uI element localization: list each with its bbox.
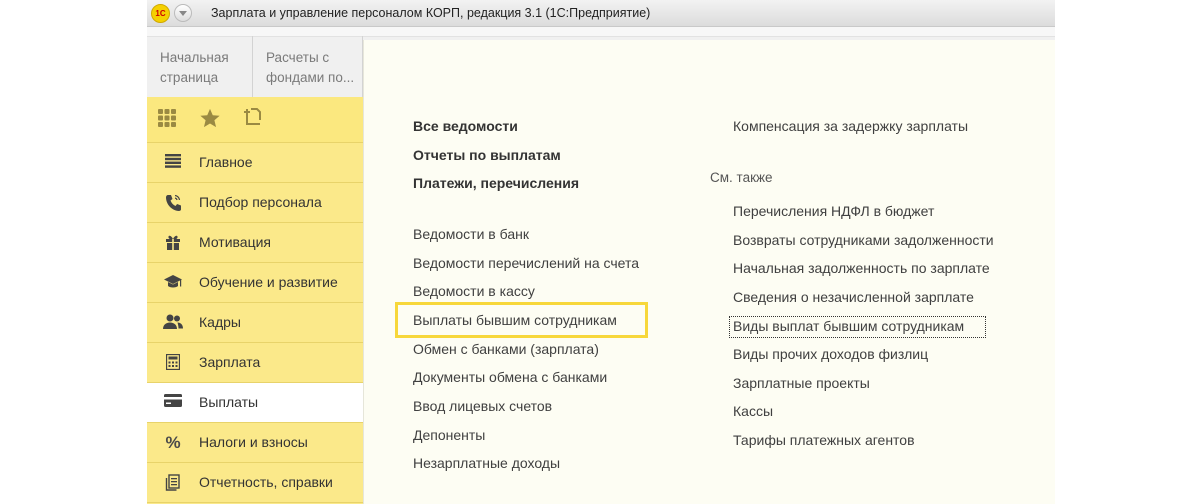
sidebar-item-label: Подбор персонала xyxy=(199,194,322,210)
sidebar-item-label: Кадры xyxy=(199,314,241,330)
sidebar-item-label: Главное xyxy=(199,154,253,170)
link-deponents[interactable]: Депоненты xyxy=(413,427,485,443)
sidebar-item-reports[interactable]: Отчетность, справки xyxy=(147,463,363,503)
sidebar-item-recruitment[interactable]: Подбор персонала xyxy=(147,183,363,223)
app-window: 1С Зарплата и управление персоналом КОРП… xyxy=(147,0,1055,504)
sidebar-item-label: Отчетность, справки xyxy=(199,474,333,490)
tab-label-line1: Расчеты с xyxy=(266,50,330,65)
sidebar-item-label: Обучение и развитие xyxy=(199,274,338,290)
see-also-heading: См. также xyxy=(710,170,773,185)
link-ndfl-transfers[interactable]: Перечисления НДФЛ в бюджет xyxy=(733,203,934,219)
link-account-transfer-statements[interactable]: Ведомости перечислений на счета xyxy=(413,255,639,271)
link-debt-returns[interactable]: Возвраты сотрудниками задолженности xyxy=(733,232,994,248)
1c-logo-icon[interactable]: 1С xyxy=(151,4,170,23)
sidebar-item-salary[interactable]: Зарплата xyxy=(147,343,363,383)
tab-label-line2: фондами по... xyxy=(266,70,355,85)
title-bar: 1С Зарплата и управление персоналом КОРП… xyxy=(147,0,1055,27)
history-icon[interactable] xyxy=(243,107,263,135)
focus-frame xyxy=(729,316,986,338)
tab-fund-settlements[interactable]: Расчеты с фондами по... xyxy=(253,36,363,97)
apps-grid-icon[interactable] xyxy=(157,108,177,134)
sidebar-item-payments[interactable]: Выплаты xyxy=(147,383,363,423)
percent-icon: % xyxy=(165,433,181,452)
link-payments-transfers[interactable]: Платежи, перечисления xyxy=(413,175,579,191)
sections-panel: Главное Подбор персонала Мотивация Обуче… xyxy=(147,97,363,504)
sidebar-item-label: Налоги и взносы xyxy=(199,434,308,450)
sidebar-item-label: Мотивация xyxy=(199,234,272,250)
link-all-statements[interactable]: Все ведомости xyxy=(413,118,518,134)
window-title: Зарплата и управление персоналом КОРП, р… xyxy=(211,6,651,20)
link-initial-salary-debt[interactable]: Начальная задолженность по зарплате xyxy=(733,260,990,276)
star-icon[interactable] xyxy=(199,107,221,135)
link-payment-agent-rates[interactable]: Тарифы платежных агентов xyxy=(733,432,915,448)
sidebar-item-main[interactable]: Главное xyxy=(147,143,363,183)
phone-icon xyxy=(163,194,183,212)
link-other-income-types[interactable]: Виды прочих доходов физлиц xyxy=(733,346,928,362)
link-cash-statements[interactable]: Ведомости в кассу xyxy=(413,283,535,299)
link-salary-projects[interactable]: Зарплатные проекты xyxy=(733,375,870,391)
link-cash-desks[interactable]: Кассы xyxy=(733,403,773,419)
tab-label-line2: страница xyxy=(160,70,219,85)
sidebar-item-hr[interactable]: Кадры xyxy=(147,303,363,343)
people-icon xyxy=(163,314,183,332)
card-icon xyxy=(163,394,183,412)
sidebar-item-training[interactable]: Обучение и развитие xyxy=(147,263,363,303)
link-uncredited-salary-info[interactable]: Сведения о незачисленной зарплате xyxy=(733,289,974,305)
sidebar-item-taxes[interactable]: % Налоги и взносы xyxy=(147,423,363,463)
highlight-frame xyxy=(395,302,648,338)
main-menu-button[interactable] xyxy=(174,4,192,22)
link-delay-compensation[interactable]: Компенсация за задержку зарплаты xyxy=(733,118,968,134)
link-non-salary-income[interactable]: Незарплатные доходы xyxy=(413,455,560,471)
link-bank-exchange-documents[interactable]: Документы обмена с банками xyxy=(413,369,607,385)
sidebar-item-label: Выплаты xyxy=(199,394,259,410)
sidebar-item-motivation[interactable]: Мотивация xyxy=(147,223,363,263)
tab-label-line1: Начальная xyxy=(160,50,229,65)
link-bank-exchange[interactable]: Обмен с банками (зарплата) xyxy=(413,341,599,357)
link-payment-reports[interactable]: Отчеты по выплатам xyxy=(413,147,561,163)
graduation-cap-icon xyxy=(163,274,183,292)
gift-icon xyxy=(163,234,183,252)
documents-icon xyxy=(163,474,183,492)
sidebar-item-label: Зарплата xyxy=(199,354,261,370)
link-bank-statements[interactable]: Ведомости в банк xyxy=(413,226,529,242)
tab-home[interactable]: Начальная страница xyxy=(147,36,253,97)
link-personal-accounts-entry[interactable]: Ввод лицевых счетов xyxy=(413,398,552,414)
calculator-icon xyxy=(163,353,183,372)
menu-lines-icon xyxy=(163,154,183,172)
sidebar-toolbar xyxy=(147,97,363,143)
